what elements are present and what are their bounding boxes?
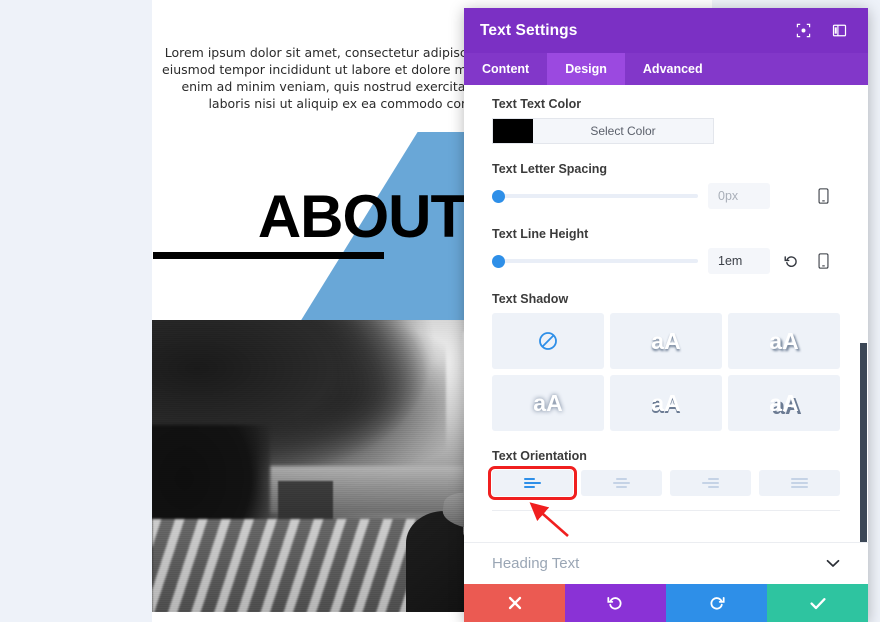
text-shadow-option-hard-diagonal[interactable]: aA: [728, 375, 840, 431]
line-height-device-icon[interactable]: [812, 250, 834, 272]
text-color-control: Select Color: [492, 118, 714, 144]
letter-spacing-label: Text Letter Spacing: [492, 162, 608, 176]
field-text-shadow: Text Shadow aA aA aA aA aA: [492, 292, 840, 431]
modal-title: Text Settings: [480, 21, 578, 39]
modal-scrollbar-track[interactable]: [859, 85, 868, 584]
heading-text-section-toggle[interactable]: Heading Text: [464, 542, 868, 584]
align-right-icon[interactable]: [670, 470, 751, 496]
text-shadow-option-hard-bottom[interactable]: aA: [610, 375, 722, 431]
text-shadow-label: Text Shadow: [492, 292, 569, 306]
text-orientation-label: Text Orientation: [492, 449, 587, 463]
field-text-color: Text Text Color Select Color: [492, 97, 840, 144]
modal-scrollbar-thumb[interactable]: [860, 343, 867, 555]
text-shadow-option-soft-bottom[interactable]: aA: [610, 313, 722, 369]
tab-content[interactable]: Content: [464, 53, 547, 85]
modal-body: Text Text Color Select Color Text Letter…: [464, 85, 868, 584]
align-center-icon[interactable]: [581, 470, 662, 496]
line-height-slider[interactable]: [492, 254, 698, 268]
letter-spacing-device-icon[interactable]: [812, 185, 834, 207]
heading-text-section-label: Heading Text: [492, 555, 580, 572]
text-shadow-option-glow[interactable]: aA: [492, 375, 604, 431]
field-letter-spacing: Text Letter Spacing 0px: [492, 162, 840, 209]
screen-root: Lorem ipsum dolor sit amet, consectetur …: [0, 0, 880, 622]
modal-tabs: Content Design Advanced: [464, 53, 868, 85]
line-height-reset-icon[interactable]: [780, 250, 802, 272]
modal-header: Text Settings: [464, 8, 868, 53]
text-settings-modal: Text Settings Content Design Advanced Te…: [464, 8, 868, 622]
panel-layout-icon[interactable]: [826, 18, 852, 44]
redo-button[interactable]: [666, 584, 767, 622]
letter-spacing-slider-knob[interactable]: [492, 189, 505, 203]
letter-spacing-input[interactable]: 0px: [708, 183, 770, 209]
align-justify-icon[interactable]: [759, 470, 840, 496]
cancel-button[interactable]: [464, 584, 565, 622]
section-divider: [492, 510, 840, 511]
line-height-slider-knob[interactable]: [492, 254, 505, 268]
undo-button[interactable]: [565, 584, 666, 622]
letter-spacing-slider[interactable]: [492, 189, 698, 203]
color-swatch[interactable]: [493, 119, 533, 143]
select-color-button[interactable]: Select Color: [533, 119, 713, 143]
line-height-label: Text Line Height: [492, 227, 589, 241]
letter-spacing-slider-track: [492, 194, 698, 198]
chevron-down-icon[interactable]: [826, 556, 840, 571]
field-text-orientation: Text Orientation: [488, 449, 840, 500]
about-heading-underline: [153, 252, 384, 259]
text-color-label: Text Text Color: [492, 97, 582, 111]
line-height-slider-track: [492, 259, 698, 263]
tab-design[interactable]: Design: [547, 53, 625, 85]
text-shadow-option-none[interactable]: [492, 313, 604, 369]
tab-advanced[interactable]: Advanced: [625, 53, 721, 85]
line-height-input[interactable]: 1em: [708, 248, 770, 274]
field-line-height: Text Line Height 1em: [492, 227, 840, 274]
modal-footer: [464, 584, 868, 622]
focus-target-icon[interactable]: [790, 18, 816, 44]
text-shadow-options: aA aA aA aA aA: [492, 313, 840, 431]
text-orientation-options: [488, 466, 840, 500]
save-button[interactable]: [767, 584, 868, 622]
align-left-icon[interactable]: [488, 466, 577, 500]
text-shadow-option-soft-diagonal[interactable]: aA: [728, 313, 840, 369]
